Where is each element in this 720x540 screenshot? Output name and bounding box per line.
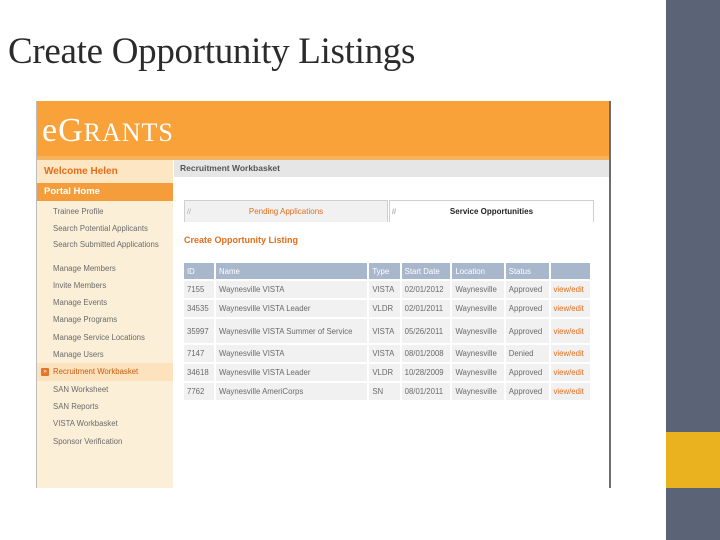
table-cell: Waynesville <box>452 345 504 362</box>
sidebar-item-recruitment-workbasket[interactable]: » Recruitment Workbasket <box>37 363 173 381</box>
sidebar-item-label: Search Submitted Applications <box>53 239 159 249</box>
table-cell: 35997 <box>184 319 215 343</box>
table-cell: Waynesville <box>452 364 504 381</box>
sidebar-item-manage-members[interactable]: Manage Members <box>37 260 173 277</box>
table-cell: Waynesville <box>452 300 504 317</box>
table-cell: 02/01/2011 <box>401 300 451 317</box>
table-row: 35997 Waynesville VISTA Summer of Service… <box>184 319 590 343</box>
sidebar-item-label: Sponsor Verification <box>53 436 123 446</box>
sidebar-item-trainee-profile[interactable]: Trainee Profile <box>37 203 173 220</box>
table-cell: 08/01/2008 <box>401 345 451 362</box>
welcome-text: Welcome Helen <box>37 160 173 183</box>
table-cell: 34535 <box>184 300 215 317</box>
opportunity-table: ID Name Type Start Date Location Status 7155 W… <box>182 261 592 402</box>
table-cell: 05/26/2011 <box>401 319 451 343</box>
slide-accent-block <box>666 432 720 488</box>
sidebar-item-sponsor-verification[interactable]: Sponsor Verification <box>37 433 173 450</box>
table-cell: 7155 <box>184 281 215 298</box>
table-cell: Denied <box>505 345 549 362</box>
tab-bar: //Pending Applications //Service Opportu… <box>184 200 594 222</box>
table-cell: Waynesville VISTA Summer of Service <box>216 319 368 343</box>
table-cell: Approved <box>505 383 549 400</box>
table-row: 7147 Waynesville VISTA VISTA 08/01/2008 Wayn… <box>184 345 590 362</box>
column-header: Location <box>452 263 504 279</box>
table-cell: Approved <box>505 319 549 343</box>
table-row: 7762 Waynesville AmeriCorps SN 08/01/2011 Wa… <box>184 383 590 400</box>
sidebar-item-label: SAN Worksheet <box>53 384 109 394</box>
sidebar-nav: Trainee Profile Search Potential Applican… <box>37 203 173 450</box>
sidebar: Welcome Helen Portal Home Trainee Profil… <box>37 160 173 488</box>
table-cell: VISTA <box>369 345 400 362</box>
table-row: 34618 Waynesville VISTA Leader VLDR 10/28/2… <box>184 364 590 381</box>
tab-service-opportunities[interactable]: //Service Opportunities <box>389 200 594 222</box>
table-cell: SN <box>369 383 400 400</box>
sidebar-item-label: Recruitment Workbasket <box>53 367 139 377</box>
table-cell: Waynesville <box>452 319 504 343</box>
section-title: Create Opportunity Listing <box>184 235 299 245</box>
view-edit-link[interactable]: view/edit <box>550 345 590 362</box>
table-cell: VISTA <box>369 281 400 298</box>
table-row: 7155 Waynesville VISTA VISTA 02/01/2012 Wayn… <box>184 281 590 298</box>
sidebar-item-search-potential-applicants[interactable]: Search Potential Applicants <box>37 220 173 237</box>
sidebar-item-search-submitted-applications[interactable]: Search Submitted Applications <box>37 238 173 260</box>
table-cell: VLDR <box>369 300 400 317</box>
portal-home-link[interactable]: Portal Home <box>37 183 173 201</box>
sidebar-item-san-reports[interactable]: SAN Reports <box>37 398 173 415</box>
table-cell: Waynesville VISTA Leader <box>216 300 368 317</box>
sidebar-item-label: SAN Reports <box>53 401 99 411</box>
view-edit-link[interactable]: view/edit <box>550 319 590 343</box>
table-cell: Waynesville <box>452 281 504 298</box>
main-title-bar: Recruitment Workbasket <box>174 160 609 177</box>
app-header: eGRANTS <box>37 101 609 156</box>
table-cell: 08/01/2011 <box>401 383 451 400</box>
table-cell: 10/28/2009 <box>401 364 451 381</box>
sidebar-item-label: Manage Programs <box>53 315 118 325</box>
view-edit-link[interactable]: view/edit <box>550 300 590 317</box>
egrants-logo: eGRANTS <box>42 112 174 149</box>
table-cell: Waynesville <box>452 383 504 400</box>
slide-title: Create Opportunity Listings <box>8 31 416 72</box>
sidebar-item-label: Manage Events <box>53 298 108 308</box>
sidebar-item-manage-programs[interactable]: Manage Programs <box>37 311 173 328</box>
column-header: Name <box>216 263 368 279</box>
table-cell: Approved <box>505 281 549 298</box>
sidebar-item-label: Invite Members <box>53 280 107 290</box>
page-title: Recruitment Workbasket <box>180 163 280 173</box>
sidebar-item-manage-events[interactable]: Manage Events <box>37 294 173 311</box>
sidebar-item-label: Trainee Profile <box>53 207 104 216</box>
sidebar-item-invite-members[interactable]: Invite Members <box>37 277 173 294</box>
view-edit-link[interactable]: view/edit <box>550 364 590 381</box>
view-edit-link[interactable]: view/edit <box>550 383 590 400</box>
table-cell: 7762 <box>184 383 215 400</box>
table-cell: Approved <box>505 300 549 317</box>
table-cell: Waynesville VISTA Leader <box>216 364 368 381</box>
view-edit-link[interactable]: view/edit <box>550 281 590 298</box>
sidebar-item-label: Manage Users <box>53 350 104 360</box>
sidebar-item-vista-workbasket[interactable]: VISTA Workbasket <box>37 415 173 432</box>
table-cell: Approved <box>505 364 549 381</box>
column-header: Start Date <box>401 263 451 279</box>
table-cell: 34618 <box>184 364 215 381</box>
sidebar-item-label: Search Potential Applicants <box>53 224 148 234</box>
sidebar-item-label: Manage Service Locations <box>53 332 145 342</box>
table-cell: VISTA <box>369 319 400 343</box>
sidebar-item-manage-users[interactable]: Manage Users <box>37 346 173 363</box>
sidebar-item-san-worksheet[interactable]: SAN Worksheet <box>37 381 173 398</box>
table-cell: Waynesville AmeriCorps <box>216 383 368 400</box>
table-cell: VLDR <box>369 364 400 381</box>
column-header: ID <box>184 263 215 279</box>
table-cell: Waynesville VISTA <box>216 281 368 298</box>
sidebar-item-label: Manage Members <box>53 263 116 273</box>
column-header: Status <box>505 263 549 279</box>
table-row: 34535 Waynesville VISTA Leader VLDR 02/01/2… <box>184 300 590 317</box>
column-header: Type <box>369 263 400 279</box>
bullet-icon: » <box>41 368 49 377</box>
sidebar-item-label: VISTA Workbasket <box>53 419 118 429</box>
column-header <box>550 263 590 279</box>
table-cell: 7147 <box>184 345 215 362</box>
table-cell: 02/01/2012 <box>401 281 451 298</box>
sidebar-item-manage-service-locations[interactable]: Manage Service Locations <box>37 329 173 346</box>
tab-pending-applications[interactable]: //Pending Applications <box>184 200 388 222</box>
table-cell: Waynesville VISTA <box>216 345 368 362</box>
